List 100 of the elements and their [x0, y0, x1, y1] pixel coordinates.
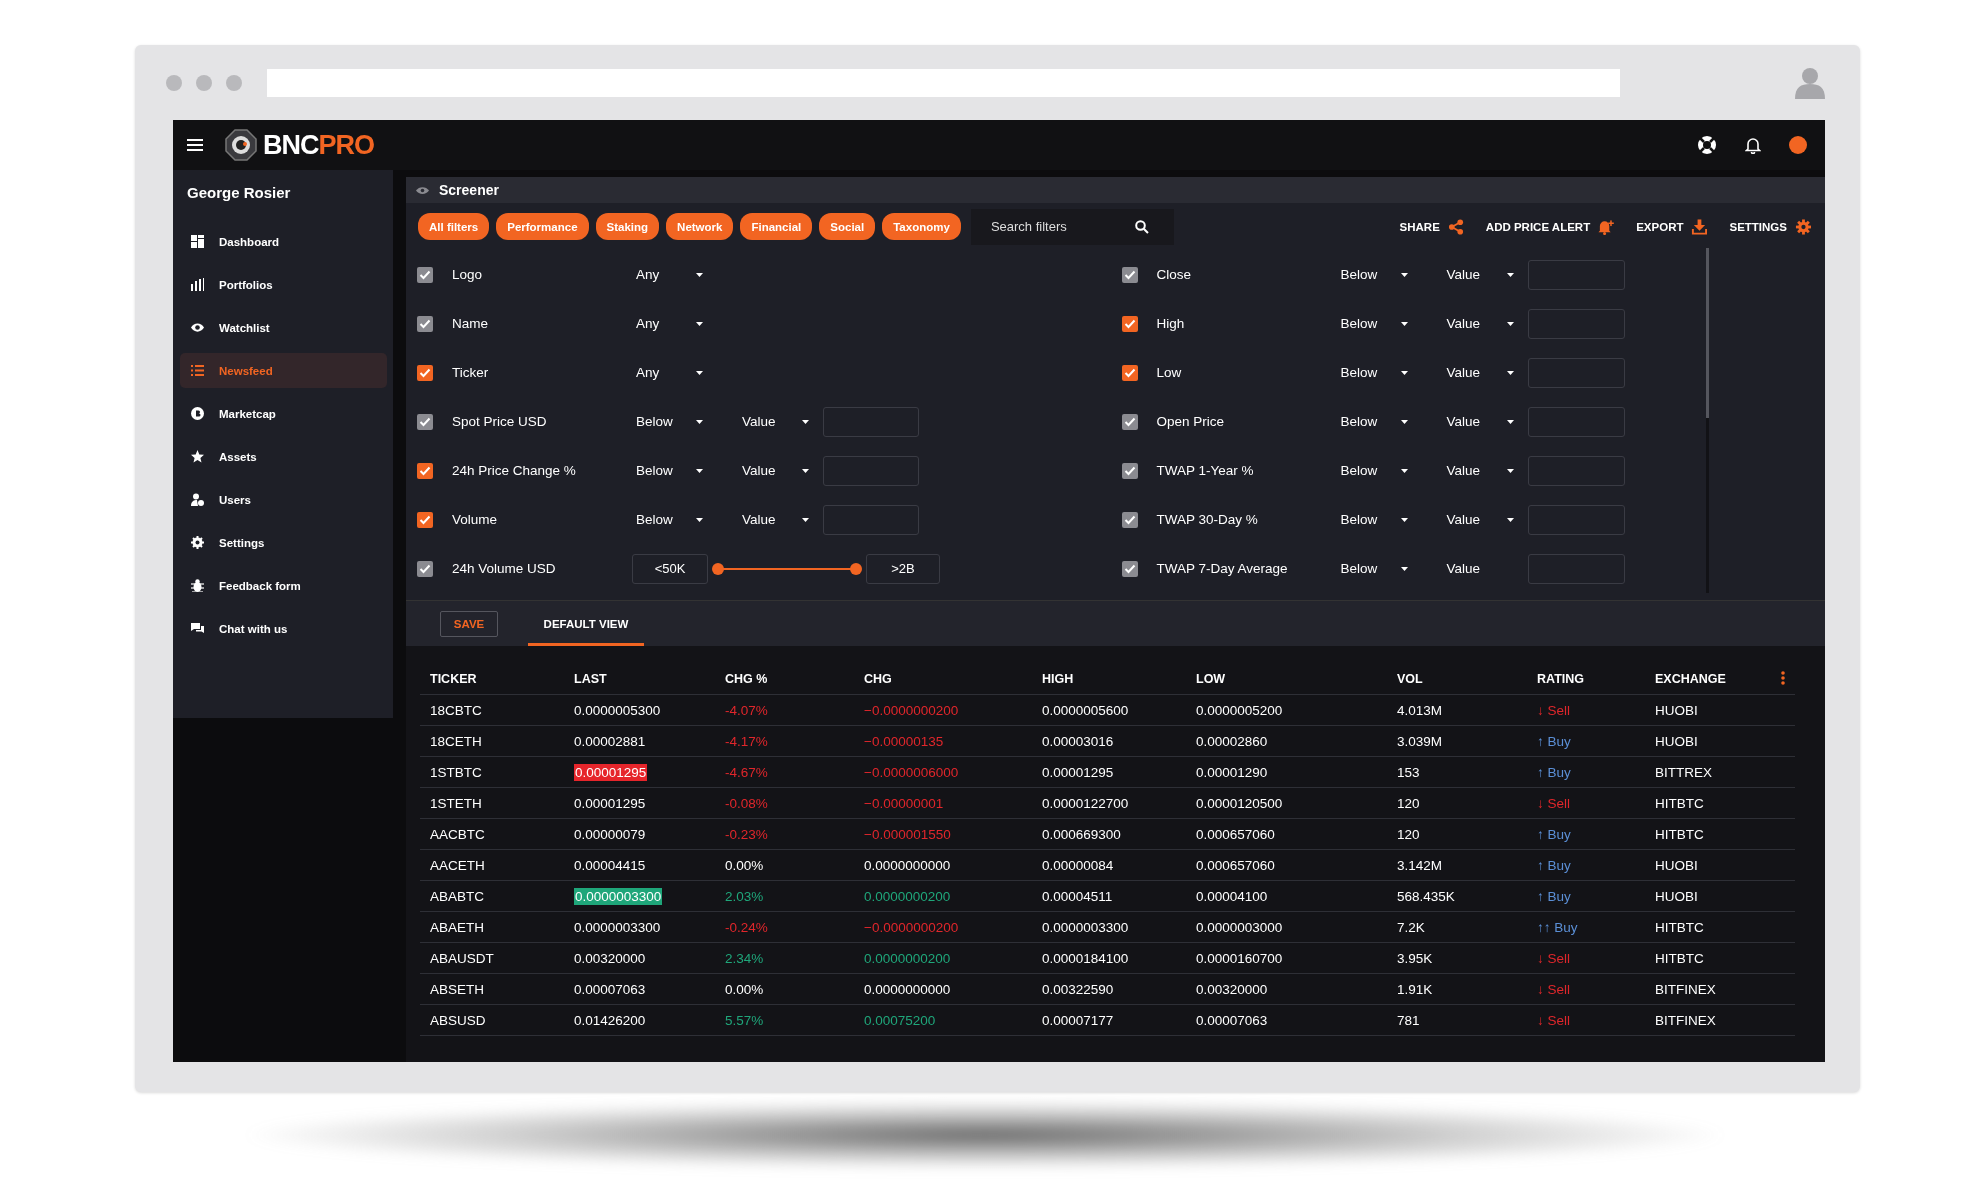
dropdown[interactable]: Value — [742, 414, 809, 429]
menu-icon[interactable] — [187, 139, 203, 151]
column-header[interactable]: CHG % — [715, 664, 854, 695]
dropdown[interactable]: Value — [1446, 316, 1514, 331]
value-input[interactable] — [1527, 553, 1625, 584]
bar-chart-icon — [191, 278, 204, 291]
window-dot[interactable] — [166, 74, 182, 91]
sidebar-item[interactable]: Watchlist — [180, 310, 387, 345]
range-max-field[interactable]: >2B — [866, 553, 940, 584]
dropdown[interactable]: Value — [1446, 365, 1514, 380]
sidebar-item[interactable]: Marketcap — [180, 396, 387, 431]
checkbox[interactable] — [417, 364, 433, 381]
value-input[interactable] — [1527, 455, 1625, 486]
value-input[interactable] — [1527, 406, 1625, 437]
column-header[interactable]: RATING — [1527, 664, 1645, 695]
sidebar-item[interactable]: Settings — [180, 525, 387, 560]
column-header[interactable]: LOW — [1186, 664, 1387, 695]
checkbox[interactable] — [417, 266, 433, 283]
checkbox[interactable] — [1121, 413, 1138, 430]
table-cell: 2.03% — [715, 880, 854, 912]
column-header[interactable]: CHG — [854, 664, 1032, 695]
window-dot[interactable] — [226, 74, 242, 91]
coin-icon — [191, 407, 204, 420]
toolbar-action[interactable]: ADD PRICE ALERT — [1485, 218, 1615, 235]
dropdown[interactable]: Below — [636, 512, 703, 527]
checkbox[interactable] — [417, 315, 433, 332]
toolbar-action[interactable]: SETTINGS — [1729, 218, 1811, 235]
sidebar-item[interactable]: Portfolios — [180, 267, 387, 302]
value-input[interactable] — [823, 406, 919, 437]
dropdown[interactable]: Below — [1340, 414, 1408, 429]
window-dot[interactable] — [196, 74, 212, 91]
table-cell: 0.00% — [715, 849, 854, 881]
checkbox[interactable] — [417, 462, 433, 479]
list-icon — [191, 364, 204, 377]
toolbar-action[interactable]: SHARE — [1399, 218, 1464, 235]
sidebar-item[interactable]: Chat with us — [180, 611, 387, 646]
value-input[interactable] — [823, 504, 919, 535]
dropdown[interactable]: Below — [636, 463, 703, 478]
value-input[interactable] — [1527, 308, 1625, 339]
dropdown[interactable]: Value — [1446, 267, 1514, 282]
toolbar-action[interactable]: EXPORT — [1636, 218, 1708, 235]
dropdown[interactable]: Below — [1340, 512, 1408, 527]
column-header[interactable]: LAST — [564, 664, 715, 695]
checkbox[interactable] — [1121, 315, 1138, 332]
dropdown[interactable]: Value — [1446, 512, 1514, 527]
dropdown[interactable]: Any — [636, 365, 703, 380]
dropdown[interactable]: Value — [1446, 414, 1514, 429]
sidebar-item[interactable]: Users — [180, 482, 387, 517]
checkbox[interactable] — [1121, 364, 1138, 381]
search-field[interactable]: Search filters — [970, 208, 1174, 245]
sidebar-item[interactable]: Newsfeed — [180, 353, 387, 388]
sidebar-item[interactable]: Dashboard — [180, 224, 387, 259]
dropdown[interactable]: Below — [1340, 365, 1408, 380]
lifebuoy-icon[interactable] — [1697, 135, 1717, 155]
slider-thumb[interactable] — [850, 562, 862, 575]
dropdown[interactable]: Value — [1446, 561, 1514, 576]
checkbox[interactable] — [417, 511, 433, 528]
value-input[interactable] — [1527, 504, 1625, 535]
dropdown[interactable]: Any — [636, 316, 703, 331]
checkbox[interactable] — [1121, 462, 1138, 479]
bell-icon[interactable] — [1745, 136, 1761, 154]
dropdown[interactable]: Below — [1340, 316, 1408, 331]
column-header[interactable]: HIGH — [1032, 664, 1186, 695]
caret-icon — [696, 321, 703, 326]
table-cell: AACBTC — [420, 818, 564, 850]
sidebar-item[interactable]: Assets — [180, 439, 387, 474]
slider-thumb[interactable] — [712, 562, 724, 575]
search-icon[interactable] — [1134, 219, 1149, 234]
column-header[interactable]: VOL — [1387, 664, 1527, 695]
dropdown[interactable]: Value — [1446, 463, 1514, 478]
checkbox[interactable] — [417, 413, 433, 430]
dropdown[interactable]: Below — [1340, 561, 1408, 576]
dropdown[interactable]: Value — [742, 512, 809, 527]
avatar[interactable] — [1789, 136, 1807, 154]
value-input[interactable] — [1527, 259, 1625, 290]
dropdown[interactable]: Below — [1340, 267, 1408, 282]
value-input[interactable] — [823, 455, 919, 486]
table-cell: ↓ Sell — [1527, 694, 1645, 726]
table-cell: 0.00001295 — [1032, 756, 1186, 788]
column-header[interactable]: EXCHANGE — [1645, 664, 1771, 695]
checkbox[interactable] — [1121, 560, 1138, 577]
dropdown[interactable]: Below — [1340, 463, 1408, 478]
table-cell: 0.00320000 — [574, 950, 646, 966]
dropdown[interactable]: Any — [636, 267, 703, 282]
column-header[interactable]: TICKER — [420, 664, 564, 695]
range-min-field[interactable]: <50K — [632, 553, 708, 584]
search-input[interactable]: Search filters — [990, 219, 1135, 234]
checkbox[interactable] — [1121, 266, 1138, 283]
more-vertical-icon[interactable] — [1781, 670, 1785, 685]
sidebar-item[interactable]: Feedback form — [180, 568, 387, 603]
dropdown[interactable]: Below — [636, 414, 703, 429]
scrollbar[interactable] — [1706, 248, 1709, 593]
slider-track[interactable] — [712, 562, 862, 575]
dropdown[interactable]: Value — [742, 463, 809, 478]
value-input[interactable] — [1527, 357, 1625, 388]
checkbox[interactable] — [1121, 511, 1138, 528]
save-button[interactable]: SAVE — [440, 610, 498, 637]
table-cell: 0.0000122700 — [1032, 787, 1186, 819]
checkbox[interactable] — [417, 560, 433, 577]
table-cell: 1STETH — [420, 787, 564, 819]
